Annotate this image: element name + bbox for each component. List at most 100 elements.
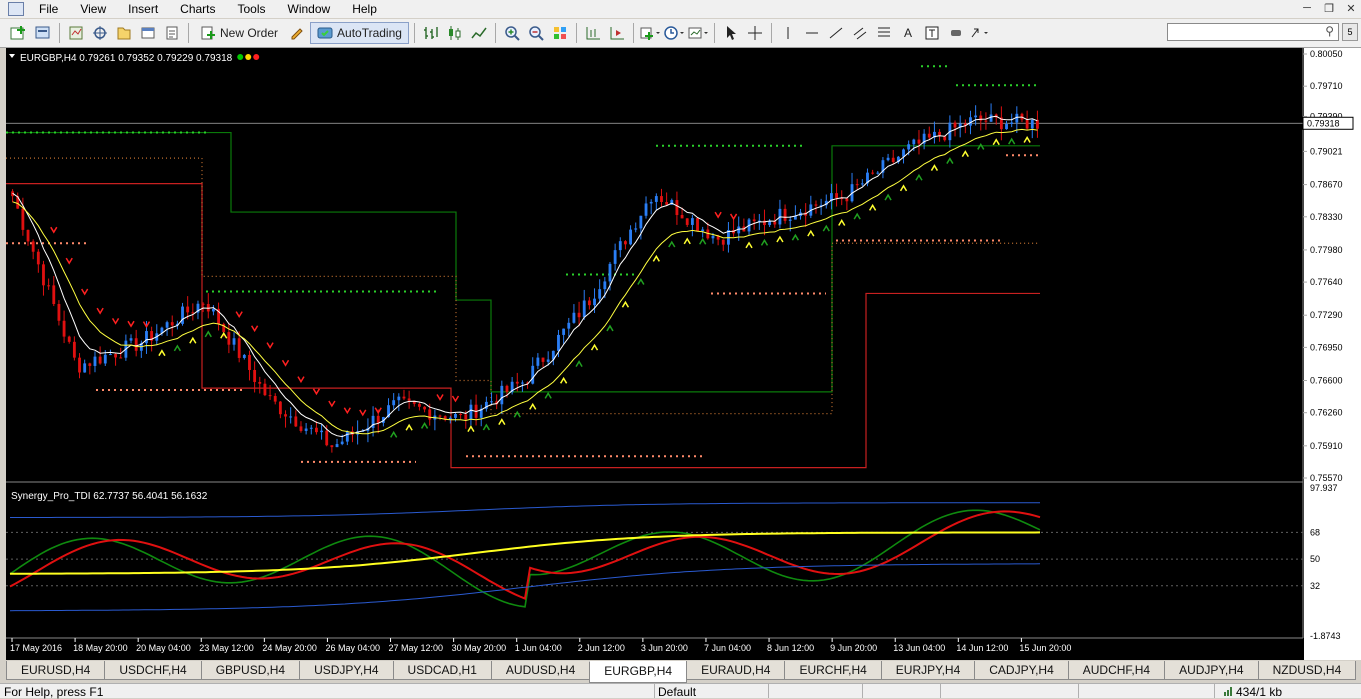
menu-tools[interactable]: Tools xyxy=(227,0,277,18)
candle xyxy=(418,403,421,407)
indicators-icon[interactable] xyxy=(639,22,661,44)
strategy-tester-icon[interactable] xyxy=(161,22,183,44)
bar-chart-icon[interactable] xyxy=(420,22,442,44)
search-icon[interactable]: ⚲ xyxy=(1325,24,1334,38)
price-label: 0.75910 xyxy=(1310,441,1343,451)
menu-file[interactable]: File xyxy=(28,0,69,18)
candle xyxy=(88,363,92,366)
profiles-icon[interactable] xyxy=(32,22,54,44)
zoom-out-icon[interactable] xyxy=(525,22,547,44)
new-order-button[interactable]: New Order xyxy=(194,22,284,44)
candle xyxy=(284,414,287,417)
candle xyxy=(227,332,231,345)
crosshair-icon[interactable] xyxy=(744,22,766,44)
price-chart[interactable]: 0.800500.797100.793900.790210.786700.783… xyxy=(6,48,1361,660)
window-controls: ─ ❐ ✕ xyxy=(1295,0,1361,16)
time-label: 7 Jun 04:00 xyxy=(704,643,751,653)
new-order-icon xyxy=(201,26,215,40)
menu-window[interactable]: Window xyxy=(277,0,342,18)
candle xyxy=(711,235,715,239)
tdi-green-line xyxy=(9,509,1041,608)
candle xyxy=(500,385,504,405)
auto-scroll-icon[interactable] xyxy=(606,22,628,44)
current-price-label: 0.79318 xyxy=(1307,118,1340,128)
menu-view[interactable]: View xyxy=(69,0,117,18)
tile-windows-icon[interactable] xyxy=(549,22,571,44)
candle xyxy=(191,312,195,314)
candle xyxy=(397,396,401,401)
chart-window[interactable]: 0.80050 0.79710 0.79390 0.79021 0.78670 0.783… xyxy=(6,48,1361,660)
candle xyxy=(953,122,957,128)
periods-icon[interactable] xyxy=(663,22,685,44)
candle xyxy=(989,114,993,122)
main-plot-area[interactable] xyxy=(6,48,1303,480)
chart-shift-icon[interactable] xyxy=(582,22,604,44)
zoom-in-icon[interactable] xyxy=(501,22,523,44)
tab-audusd-h4[interactable]: AUDUSD,H4 xyxy=(490,661,591,680)
arrows-icon[interactable] xyxy=(969,22,991,44)
close-icon[interactable]: ✕ xyxy=(1341,0,1361,16)
indicator-level-label: 50 xyxy=(1310,554,1320,564)
tab-cadjpy-h4[interactable]: CADJPY,H4 xyxy=(974,661,1069,680)
candle xyxy=(253,369,257,382)
candle xyxy=(36,251,40,265)
candle xyxy=(103,354,107,364)
horizontal-line-icon[interactable] xyxy=(801,22,823,44)
price-label: 0.79021 xyxy=(1310,146,1343,156)
candle xyxy=(515,381,519,384)
candle xyxy=(536,357,540,366)
candle xyxy=(917,139,921,144)
metaeditor-icon[interactable] xyxy=(286,22,308,44)
tab-eurjpy-h4[interactable]: EURJPY,H4 xyxy=(880,661,976,680)
line-chart-icon[interactable] xyxy=(468,22,490,44)
tab-gbpusd-h4[interactable]: GBPUSD,H4 xyxy=(200,661,301,680)
text-icon[interactable]: A xyxy=(897,22,919,44)
fibonacci-icon[interactable] xyxy=(873,22,895,44)
community-button[interactable]: 5 xyxy=(1342,23,1358,41)
menu-insert[interactable]: Insert xyxy=(117,0,169,18)
tab-euraud-h4[interactable]: EURAUD,H4 xyxy=(686,661,786,680)
trendline-icon[interactable] xyxy=(825,22,847,44)
candle xyxy=(335,444,339,448)
cursor-icon[interactable] xyxy=(720,22,742,44)
restore-icon[interactable]: ❐ xyxy=(1319,0,1339,16)
auto-trading-button[interactable]: AutoTrading xyxy=(310,22,409,44)
text-label-icon[interactable] xyxy=(921,22,943,44)
navigator-icon[interactable] xyxy=(113,22,135,44)
candle xyxy=(165,322,169,328)
time-label: 20 May 04:00 xyxy=(136,643,191,653)
new-chart-icon[interactable] xyxy=(8,22,30,44)
tab-eurgbp-h4[interactable]: EURGBP,H4 xyxy=(589,661,688,683)
terminal-icon[interactable] xyxy=(137,22,159,44)
tab-usdcad-h1[interactable]: USDCAD,H1 xyxy=(392,661,492,680)
candle xyxy=(268,395,272,397)
tab-audjpy-h4[interactable]: AUDJPY,H4 xyxy=(1164,661,1259,680)
market-watch-icon[interactable] xyxy=(65,22,87,44)
vertical-line-icon[interactable] xyxy=(777,22,799,44)
candle xyxy=(562,328,566,335)
time-label: 17 May 2016 xyxy=(10,643,62,653)
menu-help[interactable]: Help xyxy=(341,0,388,18)
time-label: 18 May 20:00 xyxy=(73,643,128,653)
candle xyxy=(186,306,190,313)
indicator-title: Synergy_Pro_TDI 62.7737 56.4041 56.1632 xyxy=(11,491,208,502)
tab-usdchf-h4[interactable]: USDCHF,H4 xyxy=(104,661,202,680)
tab-audchf-h4[interactable]: AUDCHF,H4 xyxy=(1067,661,1166,680)
status-dot xyxy=(253,54,260,60)
app-icon[interactable] xyxy=(8,2,24,16)
templates-icon[interactable] xyxy=(687,22,709,44)
candle xyxy=(752,219,756,222)
candle xyxy=(871,172,875,174)
minimize-icon[interactable]: ─ xyxy=(1297,0,1317,16)
channel-icon[interactable] xyxy=(849,22,871,44)
tab-nzdusd-h4[interactable]: NZDUSD,H4 xyxy=(1257,661,1357,680)
tab-eurchf-h4[interactable]: EURCHF,H4 xyxy=(784,661,882,680)
tab-eurusd-h4[interactable]: EURUSD,H4 xyxy=(6,661,106,680)
data-window-icon[interactable] xyxy=(89,22,111,44)
menu-charts[interactable]: Charts xyxy=(169,0,226,18)
search-input[interactable]: ⚲ xyxy=(1167,23,1339,41)
shapes-icon[interactable] xyxy=(945,22,967,44)
tab-usdjpy-h4[interactable]: USDJPY,H4 xyxy=(299,661,394,680)
status-bar: For Help, press F1 Default 434/1 kb xyxy=(0,683,1361,699)
candlestick-icon[interactable] xyxy=(444,22,466,44)
